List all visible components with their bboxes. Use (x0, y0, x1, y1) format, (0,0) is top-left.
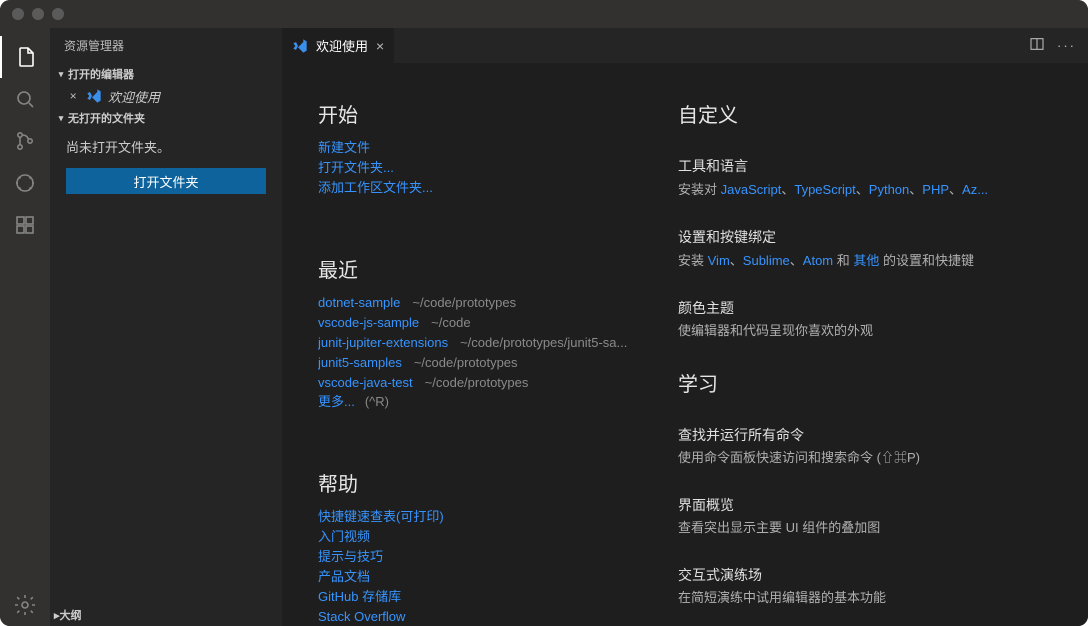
outline-label: 大纲 (60, 607, 82, 623)
tools-link[interactable]: PHP (922, 182, 949, 197)
more-actions-icon[interactable]: ··· (1057, 38, 1076, 53)
sidebar-title: 资源管理器 (50, 28, 282, 63)
theme-block: 颜色主题 使编辑器和代码呈现你喜欢的外观 (678, 298, 1088, 340)
help-link[interactable]: 产品文档 (318, 567, 658, 586)
extensions-icon[interactable] (0, 204, 50, 246)
no-folder-message: 尚未打开文件夹。 (50, 129, 282, 164)
tools-title: 工具和语言 (678, 156, 1088, 176)
learn-overview-desc: 查看突出显示主要 UI 组件的叠加图 (678, 519, 1088, 537)
open-editor-item[interactable]: × 欢迎使用 (50, 85, 282, 107)
learn-playground-title: 交互式演练场 (678, 565, 1088, 585)
add-workspace-link[interactable]: 添加工作区文件夹... (318, 178, 658, 197)
keymap-link[interactable]: Sublime (743, 253, 790, 268)
minimize-window-icon[interactable] (32, 8, 44, 20)
keymap-other-link[interactable]: 其他 (853, 253, 879, 268)
recent-item-name[interactable]: junit-jupiter-extensions (318, 333, 448, 352)
source-control-icon[interactable] (0, 120, 50, 162)
open-editors-header[interactable]: ▾ 打开的编辑器 (50, 63, 282, 85)
help-list: 快捷键速查表(可打印)入门视频提示与技巧产品文档GitHub 存储库Stack … (318, 507, 658, 626)
tab-label: 欢迎使用 (316, 36, 368, 55)
customize-heading: 自定义 (678, 99, 1088, 128)
tools-link[interactable]: Python (869, 182, 909, 197)
chevron-down-icon: ▾ (54, 69, 68, 80)
keymaps-desc: 安装 Vim、Sublime、Atom 和 其他 的设置和快捷键 (678, 251, 1088, 270)
no-folder-header[interactable]: ▾ 无打开的文件夹 (50, 107, 282, 129)
theme-title: 颜色主题 (678, 298, 1088, 318)
titlebar (0, 0, 1088, 28)
tab-welcome[interactable]: 欢迎使用 × (282, 28, 394, 63)
open-editors-label: 打开的编辑器 (68, 66, 134, 82)
settings-gear-icon[interactable] (0, 584, 50, 626)
help-link[interactable]: 快捷键速查表(可打印) (318, 507, 658, 526)
help-link[interactable]: GitHub 存储库 (318, 587, 658, 606)
keymap-link[interactable]: Vim (708, 253, 730, 268)
vscode-icon (292, 38, 308, 54)
editor-area: 欢迎使用 × ··· 开始 新建文件 打开文件夹... (282, 28, 1088, 626)
learn-overview-block[interactable]: 界面概览 查看突出显示主要 UI 组件的叠加图 (678, 495, 1088, 537)
learn-overview-title: 界面概览 (678, 495, 1088, 515)
no-folder-label: 无打开的文件夹 (68, 110, 145, 126)
activity-bar (0, 28, 50, 626)
recent-item[interactable]: vscode-java-test ~/code/prototypes (318, 373, 658, 392)
recent-item-path: ~/code/prototypes (414, 353, 518, 372)
close-icon[interactable]: × (66, 89, 80, 103)
recent-item-name[interactable]: junit5-samples (318, 353, 402, 372)
recent-item-path: ~/code/prototypes (425, 373, 529, 392)
recent-item[interactable]: vscode-js-sample ~/code (318, 313, 658, 332)
keymap-link[interactable]: Atom (803, 253, 833, 268)
recent-more-kbd: (^R) (365, 392, 389, 411)
search-icon[interactable] (0, 78, 50, 120)
new-file-link[interactable]: 新建文件 (318, 138, 658, 157)
help-link[interactable]: 入门视频 (318, 527, 658, 546)
close-window-icon[interactable] (12, 8, 24, 20)
editor-tabs: 欢迎使用 × ··· (282, 28, 1088, 63)
recent-item-name[interactable]: vscode-js-sample (318, 313, 419, 332)
window-controls[interactable] (12, 8, 64, 20)
learn-commands-block[interactable]: 查找并运行所有命令 使用命令面板快速访问和搜索命令 (⇧⌘P) (678, 425, 1088, 467)
explorer-sidebar: 资源管理器 ▾ 打开的编辑器 × 欢迎使用 ▾ 无打开的文件夹 尚未打开文件夹。… (50, 28, 282, 626)
explorer-icon[interactable] (0, 36, 50, 78)
tools-link[interactable]: JavaScript (721, 182, 782, 197)
close-icon[interactable]: × (376, 38, 384, 54)
learn-commands-desc: 使用命令面板快速访问和搜索命令 (⇧⌘P) (678, 449, 1088, 467)
maximize-window-icon[interactable] (52, 8, 64, 20)
tools-link[interactable]: Az... (962, 182, 988, 197)
debug-icon[interactable] (0, 162, 50, 204)
recent-list: dotnet-sample~/code/prototypesvscode-js-… (318, 293, 658, 392)
learn-playground-block[interactable]: 交互式演练场 在简短演练中试用编辑器的基本功能 (678, 565, 1088, 607)
learn-heading: 学习 (678, 368, 1088, 397)
split-editor-icon[interactable] (1029, 36, 1045, 55)
open-editor-label: 欢迎使用 (108, 87, 160, 106)
tools-desc: 安装对 JavaScript、TypeScript、Python、PHP、Az.… (678, 180, 1088, 199)
chevron-down-icon: ▾ (54, 113, 68, 124)
outline-header[interactable]: ▸ 大纲 (50, 604, 282, 626)
welcome-page: 开始 新建文件 打开文件夹... 添加工作区文件夹... 最近 dotnet-s… (282, 63, 1088, 626)
recent-item[interactable]: dotnet-sample ~/code/prototypes (318, 293, 658, 312)
keymaps-title: 设置和按键绑定 (678, 227, 1088, 247)
learn-commands-title: 查找并运行所有命令 (678, 425, 1088, 445)
tools-link[interactable]: TypeScript (794, 182, 855, 197)
theme-desc: 使编辑器和代码呈现你喜欢的外观 (678, 322, 1088, 340)
recent-item-name[interactable]: vscode-java-test (318, 373, 413, 392)
recent-item-path: ~/code/prototypes (412, 293, 516, 312)
learn-playground-desc: 在简短演练中试用编辑器的基本功能 (678, 589, 1088, 607)
recent-item[interactable]: junit5-samples ~/code/prototypes (318, 353, 658, 372)
recent-item[interactable]: junit-jupiter-extensions ~/code/prototype… (318, 333, 658, 352)
recent-item-path: ~/code (431, 313, 470, 332)
recent-item-path: ~/code/prototypes/junit5-sa... (460, 333, 627, 352)
recent-heading: 最近 (318, 254, 658, 283)
recent-item-name[interactable]: dotnet-sample (318, 293, 400, 312)
tools-block: 工具和语言 安装对 JavaScript、TypeScript、Python、P… (678, 156, 1088, 199)
help-link[interactable]: 提示与技巧 (318, 547, 658, 566)
keymaps-block: 设置和按键绑定 安装 Vim、Sublime、Atom 和 其他 的设置和快捷键 (678, 227, 1088, 270)
vscode-icon (86, 88, 102, 104)
start-heading: 开始 (318, 99, 658, 128)
help-link[interactable]: Stack Overflow (318, 607, 658, 626)
open-folder-link[interactable]: 打开文件夹... (318, 158, 658, 177)
recent-more-link[interactable]: 更多... (318, 392, 355, 411)
open-folder-button[interactable]: 打开文件夹 (66, 168, 266, 194)
help-heading: 帮助 (318, 468, 658, 497)
